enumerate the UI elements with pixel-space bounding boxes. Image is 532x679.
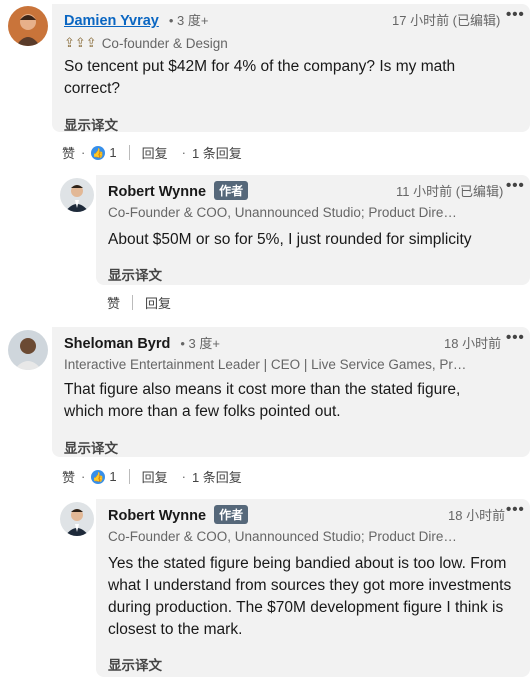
avatar[interactable] [8, 330, 48, 370]
reply-bubble: Robert Wynne 作者 18 小时前 ••• Co-Founder & … [96, 499, 530, 677]
show-translation-link[interactable]: 显示译文 [64, 114, 118, 134]
more-options-icon[interactable]: ••• [506, 177, 525, 194]
like-button[interactable]: 赞 [107, 293, 120, 312]
reply-actions: 赞 回复 [107, 293, 171, 312]
comment-header: Sheloman Byrd • 3 度+ [64, 333, 220, 352]
reply-count[interactable]: 1 条回复 [192, 467, 242, 486]
author-name[interactable]: Robert Wynne [108, 508, 206, 524]
reply-header: Robert Wynne 作者 [108, 505, 249, 524]
comment-time: 18 小时前 [444, 336, 502, 351]
comment-bubble: Sheloman Byrd • 3 度+ 18 小时前 ••• Interact… [52, 327, 530, 457]
more-options-icon[interactable]: ••• [506, 329, 525, 346]
comment-text: That figure also means it cost more than… [64, 381, 461, 420]
author-headline: Co-Founder & COO, Unannounced Studio; Pr… [108, 529, 457, 544]
avatar[interactable] [60, 502, 94, 536]
show-translation-link[interactable]: 显示译文 [108, 654, 162, 674]
connection-degree: • 3 度+ [180, 336, 220, 351]
author-headline: Interactive Entertainment Leader | CEO |… [64, 357, 467, 372]
author-name[interactable]: Robert Wynne [108, 184, 206, 200]
more-options-icon[interactable]: ••• [506, 501, 525, 518]
comment-actions: 赞 · 👍 1 回复 · 1 条回复 [62, 467, 242, 486]
reply-time: 11 小时前 (已编辑) [396, 184, 504, 199]
reply-header: Robert Wynne 作者 [108, 181, 249, 200]
like-button[interactable]: 赞 [62, 467, 75, 486]
comment-time: 17 小时前 (已编辑) [392, 13, 501, 28]
show-translation-link[interactable]: 显示译文 [108, 264, 162, 284]
divider [128, 145, 130, 160]
author-name[interactable]: Sheloman Byrd [64, 336, 170, 352]
author-name-link[interactable]: Damien Yvray [64, 13, 159, 29]
connection-degree: • 3 度+ [168, 13, 209, 28]
like-reaction-icon: 👍 [91, 145, 106, 160]
comment-bubble: Damien Yvray • 3 度+ 17 小时前 (已编辑) ••• ⇪⇪⇪… [52, 4, 530, 134]
like-count[interactable]: 1 [109, 469, 116, 484]
like-count[interactable]: 1 [109, 145, 116, 160]
reply-button[interactable]: 回复 [142, 467, 168, 486]
more-options-icon[interactable]: ••• [506, 6, 525, 23]
reply-button[interactable]: 回复 [145, 293, 171, 312]
award-icon: ⇪⇪⇪ [64, 35, 97, 50]
author-badge: 作者 [214, 505, 249, 524]
reply-button[interactable]: 回复 [142, 143, 168, 162]
reply-time: 18 小时前 [448, 508, 506, 523]
avatar[interactable] [8, 6, 48, 46]
like-button[interactable]: 赞 [62, 143, 75, 162]
divider [128, 469, 130, 484]
reply-text: Yes the stated figure being bandied abou… [108, 555, 512, 638]
reply-text: About $50M or so for 5%, I just rounded … [108, 231, 472, 248]
comment-header: Damien Yvray • 3 度+ [64, 10, 209, 29]
comment-text: So tencent put $42M for 4% of the compan… [64, 58, 456, 97]
reply-count[interactable]: 1 条回复 [192, 143, 242, 162]
reply-bubble: Robert Wynne 作者 11 小时前 (已编辑) ••• Co-Foun… [96, 175, 530, 285]
author-badge: 作者 [214, 181, 249, 200]
divider [132, 295, 134, 310]
comment-actions: 赞 · 👍 1 回复 · 1 条回复 [62, 143, 242, 162]
avatar[interactable] [60, 178, 94, 212]
like-reaction-icon: 👍 [91, 469, 106, 484]
headline: ⇪⇪⇪ Co-founder & Design [64, 35, 228, 51]
author-headline: Co-Founder & COO, Unannounced Studio; Pr… [108, 205, 457, 220]
author-headline: Co-founder & Design [101, 35, 228, 51]
show-translation-link[interactable]: 显示译文 [64, 437, 118, 457]
